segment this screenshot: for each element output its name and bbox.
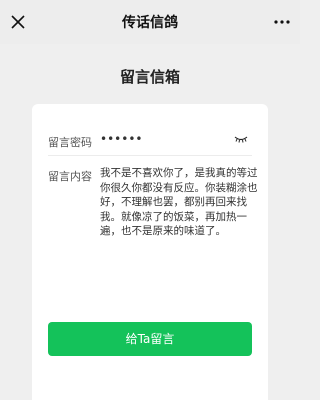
leave-message-button[interactable]: 给Ta留言 xyxy=(48,322,252,356)
message-row: 留言内容 我不是不喜欢你了，是我真的等过你很久你都没有反应。你装糊涂也好，不理解… xyxy=(48,164,260,304)
message-content[interactable]: 我不是不喜欢你了，是我真的等过你很久你都没有反应。你装糊涂也好，不理解也罢，都别… xyxy=(100,166,260,239)
password-field[interactable]: •••••• xyxy=(100,132,142,146)
app-title: 传话信鸽 xyxy=(122,15,178,31)
password-label: 留言密码 xyxy=(48,136,92,149)
top-bar: 传话信鸽 xyxy=(0,0,300,44)
password-row: 留言密码 •••••• xyxy=(48,126,252,156)
page-title: 留言信箱 xyxy=(119,68,180,86)
message-card: 留言密码 •••••• 留言内容 我不是不喜欢你了，是我真的等过你很久你都没有反… xyxy=(32,104,268,400)
more-icon[interactable] xyxy=(274,19,290,25)
eye-closed-icon[interactable] xyxy=(234,135,248,143)
message-label: 留言内容 xyxy=(48,170,92,183)
